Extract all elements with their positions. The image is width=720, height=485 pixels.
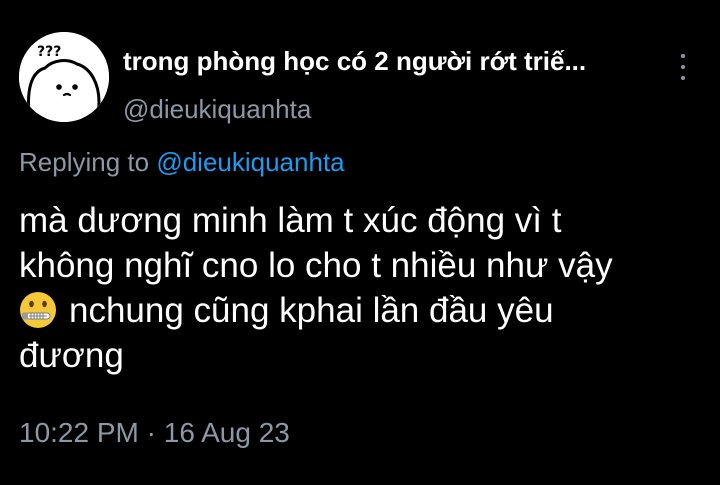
meta-separator: ·: [146, 417, 156, 448]
reply-handle-link[interactable]: @dieukiquanhta: [156, 147, 344, 177]
tweet-date[interactable]: 16 Aug 23: [164, 417, 290, 448]
more-dot: [681, 65, 685, 69]
username[interactable]: @dieukiquanhta: [123, 94, 311, 125]
display-name[interactable]: trong phòng học có 2 người rớt triế...: [123, 46, 663, 77]
zipper-mouth-face-icon: [19, 291, 57, 329]
replying-prefix: Replying to: [19, 147, 150, 177]
tweet-text-segment: nchung cũng kphai lần đầu yêu: [69, 291, 554, 330]
tweet-text: mà dương minh làm t xúc động vì t không …: [19, 198, 719, 378]
more-dot: [681, 54, 685, 58]
svg-text:???: ???: [37, 44, 61, 60]
more-vertical-icon[interactable]: [672, 50, 694, 84]
more-dot: [681, 76, 685, 80]
tweet-timestamp: 10:22 PM · 16 Aug 23: [19, 417, 290, 449]
tweet-text-line: không nghĩ cno lo cho t nhiều như vậy: [19, 246, 613, 285]
tweet-time[interactable]: 10:22 PM: [19, 417, 139, 448]
replying-to: Replying to @dieukiquanhta: [19, 147, 345, 178]
tweet-text-line: mà dương minh làm t xúc động vì t: [19, 201, 562, 240]
avatar[interactable]: ???: [19, 32, 109, 122]
tweet-detail: ??? trong phòng học có 2 người rớt triế.…: [0, 0, 720, 485]
avatar-drawing: ???: [19, 32, 109, 122]
tweet-text-line: nchung cũng kphai lần đầu yêu: [19, 288, 719, 333]
tweet-text-line: đương: [19, 336, 124, 375]
